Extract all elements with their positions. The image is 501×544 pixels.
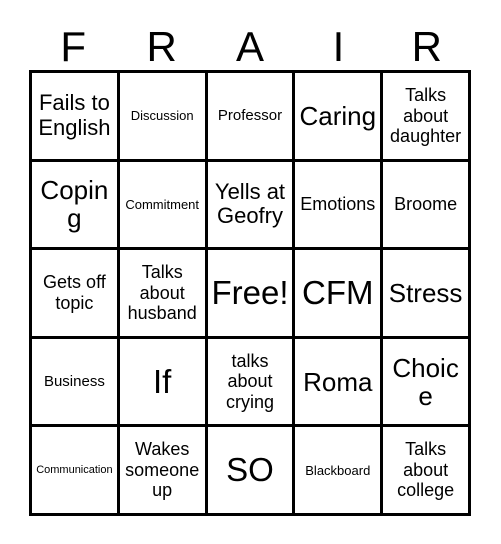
bingo-cell-r2c4[interactable]: Emotions — [295, 161, 384, 251]
bingo-cell-label: Commitment — [125, 196, 200, 212]
bingo-cell-r1c1[interactable]: Fails to English — [32, 73, 120, 162]
bingo-cell-r1c4[interactable]: Caring — [295, 73, 384, 162]
bingo-cell-label: Blackboard — [305, 462, 371, 478]
bingo-cell-label: Wakes someone up — [125, 439, 200, 501]
bingo-row: Coping Commitment Yells at Geofry Emotio… — [32, 161, 471, 251]
header-letter-1: F — [60, 23, 87, 70]
bingo-cell-r5c5[interactable]: Talks about college — [383, 427, 471, 516]
bingo-cell-label: Professor — [217, 107, 283, 125]
bingo-cell-label: Gets off topic — [43, 272, 106, 313]
bingo-cell-label: Yells at Geofry — [214, 178, 286, 229]
header-letter-5: R — [411, 23, 442, 70]
bingo-cell-r3c4[interactable]: CFM — [295, 250, 384, 339]
bingo-cell-r5c1[interactable]: Communication — [32, 427, 120, 516]
bingo-cell-label: Discussion — [130, 108, 194, 124]
bingo-cell-label: Talks about daughter — [390, 85, 462, 147]
bingo-cell-label: Choice — [392, 352, 459, 411]
bingo-cell-label: SO — [226, 451, 274, 489]
bingo-card: F R A I R Fails to English Discussion Pr… — [0, 0, 501, 544]
bingo-cell-r2c1[interactable]: Coping — [32, 161, 120, 251]
header-letter-3: A — [236, 23, 265, 70]
bingo-free-space-label: Free! — [211, 274, 289, 312]
bingo-cell-label: talks about crying — [225, 350, 274, 412]
bingo-cell-r4c3[interactable]: talks about crying — [207, 338, 296, 428]
bingo-cell-r3c2[interactable]: Talks about husband — [119, 250, 208, 339]
bingo-cell-r5c3[interactable]: SO — [207, 427, 296, 516]
bingo-header: F R A I R — [29, 18, 471, 70]
bingo-grid: Fails to English Discussion Professor Ca… — [29, 70, 471, 516]
bingo-cell-r1c3[interactable]: Professor — [207, 73, 296, 162]
bingo-cell-label: Talks about husband — [127, 262, 197, 324]
bingo-cell-label: Broome — [394, 194, 458, 215]
bingo-cell-r1c5[interactable]: Talks about daughter — [383, 73, 471, 162]
bingo-cell-label: Roma — [303, 366, 373, 397]
bingo-cell-label: CFM — [302, 274, 374, 312]
bingo-cell-label: Stress — [388, 277, 463, 308]
bingo-cell-label: If — [153, 362, 172, 400]
bingo-cell-label: Talks about college — [397, 439, 455, 501]
header-letter-4: I — [332, 23, 345, 70]
bingo-cell-r5c2[interactable]: Wakes someone up — [119, 427, 208, 516]
bingo-cell-r2c5[interactable]: Broome — [383, 161, 471, 251]
bingo-cell-r3c1[interactable]: Gets off topic — [32, 250, 120, 339]
bingo-cell-r3c5[interactable]: Stress — [383, 250, 471, 339]
bingo-cell-r4c4[interactable]: Roma — [295, 338, 384, 428]
bingo-row: Gets off topic Talks about husband Free!… — [32, 250, 471, 339]
bingo-row: Communication Wakes someone up SO Blackb… — [32, 427, 471, 516]
bingo-row: Business If talks about crying Roma Choi… — [32, 338, 471, 428]
bingo-cell-r1c2[interactable]: Discussion — [119, 73, 208, 162]
bingo-cell-label: Coping — [40, 175, 109, 234]
bingo-cell-r5c4[interactable]: Blackboard — [295, 427, 384, 516]
bingo-cell-r4c2[interactable]: If — [119, 338, 208, 428]
bingo-cell-label: Communication — [36, 463, 113, 476]
bingo-cell-r2c2[interactable]: Commitment — [119, 161, 208, 251]
header-letter-2: R — [146, 23, 177, 70]
bingo-cell-r4c1[interactable]: Business — [32, 338, 120, 428]
bingo-cell-label: Caring — [299, 100, 377, 131]
bingo-cell-label: Emotions — [300, 194, 376, 215]
bingo-cell-r4c5[interactable]: Choice — [383, 338, 471, 428]
bingo-row: Fails to English Discussion Professor Ca… — [32, 73, 471, 162]
bingo-cell-label: Fails to English — [38, 90, 111, 140]
bingo-cell-label: Business — [43, 372, 105, 390]
bingo-cell-free-space[interactable]: Free! — [207, 250, 296, 339]
bingo-cell-r2c3[interactable]: Yells at Geofry — [207, 161, 296, 251]
